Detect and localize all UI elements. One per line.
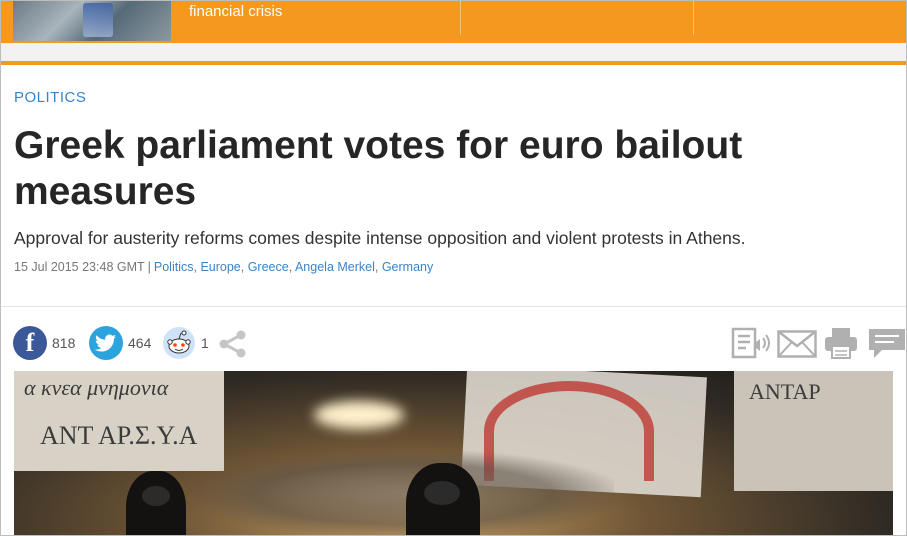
protest-banner-text: ΑΝΤ ΑΡ.Σ.Υ.Α (40, 421, 198, 450)
article-standfirst: Approval for austerity reforms comes des… (14, 228, 746, 248)
protest-banner-text: α κνεα μνημονια (24, 375, 169, 400)
tag-link-greece[interactable]: Greece (248, 260, 289, 274)
top-banner[interactable]: financial crisis (1, 1, 906, 43)
print-icon[interactable] (824, 327, 858, 359)
tag-link-politics[interactable]: Politics (154, 260, 194, 274)
browser-viewport: financial crisis POLITICS Greek parliame… (0, 0, 907, 536)
timestamp: 15 Jul 2015 23:48 GMT (14, 260, 145, 274)
facebook-icon[interactable]: f (13, 326, 47, 360)
twitter-count: 464 (128, 335, 152, 351)
twitter-bird-glyph (95, 334, 116, 352)
facebook-share[interactable]: f 818 (13, 324, 75, 362)
meta-separator: | (147, 260, 151, 274)
article-hero-image: α κνεα μνημονια ΑΝΤ ΑΡ.Σ.Υ.Α ΑΝΤΑΡ (14, 371, 893, 535)
listen-audio-icon[interactable] (731, 327, 771, 361)
share-icon[interactable] (217, 328, 249, 360)
thumbnail-figure (83, 3, 113, 37)
twitter-share[interactable]: 464 (89, 324, 151, 362)
article-headline: Greek parliament votes for euro bailout … (14, 124, 743, 213)
email-icon[interactable] (777, 330, 817, 358)
smoke (194, 451, 614, 535)
protest-banner-text: ΑΝΤΑΡ (749, 379, 821, 404)
tag-link-europe[interactable]: Europe (200, 260, 240, 274)
banner-divider (693, 1, 694, 35)
nav-spacer (1, 43, 906, 61)
comments-icon[interactable] (868, 328, 906, 360)
tag-link-angela-merkel[interactable]: Angela Merkel (295, 260, 375, 274)
section-link[interactable]: POLITICS (14, 89, 86, 106)
twitter-icon[interactable] (89, 326, 123, 360)
facebook-count: 818 (52, 335, 76, 351)
gas-mask (142, 486, 170, 506)
banner-link-text[interactable]: financial crisis (189, 3, 282, 20)
article-meta: 15 Jul 2015 23:48 GMT | Politics, Europe, … (14, 260, 434, 274)
banner-divider (460, 1, 461, 35)
divider (1, 306, 906, 307)
gas-mask (424, 481, 460, 505)
reddit-icon[interactable] (162, 326, 196, 360)
fire-glow (314, 401, 404, 429)
banner-thumbnail[interactable] (13, 1, 171, 41)
accent-rule (1, 61, 906, 65)
reddit-count: 1 (201, 335, 209, 351)
reddit-share[interactable]: 1 (162, 324, 209, 362)
tag-link-germany[interactable]: Germany (382, 260, 433, 274)
